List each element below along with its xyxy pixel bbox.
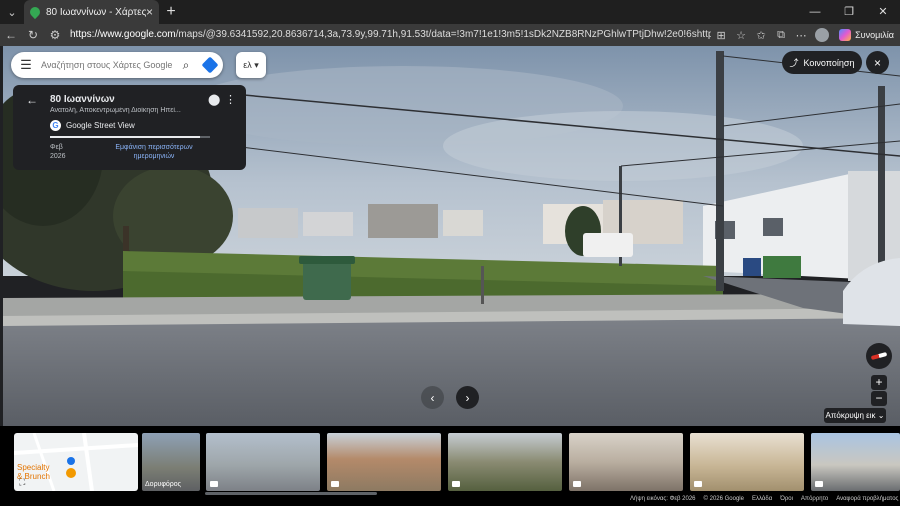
photo-thumbnail-2[interactable]: [327, 433, 441, 491]
tab-close-icon[interactable]: ×: [146, 5, 153, 19]
photo-filmstrip: Specialty & Brunch ⛶ Δορυφόρος Λήψη εικόν…: [0, 426, 900, 506]
photo-thumbnail-6[interactable]: [811, 433, 900, 491]
privacy-link[interactable]: Απόρρητο: [801, 496, 828, 502]
photo-thumbnail-4[interactable]: [569, 433, 683, 491]
photo-thumbnail-1[interactable]: [206, 433, 320, 491]
360-photo-icon: [452, 481, 460, 487]
apps-icon[interactable]: ⊞: [711, 29, 731, 42]
minimap-roads: [14, 433, 138, 491]
language-button[interactable]: ελ ▾: [236, 52, 266, 78]
favorite-star-icon[interactable]: ☆: [731, 29, 751, 42]
copyright: © 2026 Google: [703, 496, 744, 502]
url-path: /maps/@39.6341592,20.8636714,3a,73.9y,99…: [175, 29, 712, 40]
window-close-icon[interactable]: ✕: [866, 0, 900, 24]
place-title: 80 Ιωαννίνων: [50, 94, 115, 105]
camera-icon: [573, 481, 581, 487]
terms-link[interactable]: Όροι: [780, 496, 793, 502]
camera-icon: [815, 481, 823, 487]
address-bar: ← ↻ ⚙ https://www.google.com/maps/@39.63…: [0, 24, 900, 46]
share-icon: ⤴: [789, 58, 799, 68]
more-dates-line2: ημερομηνιών: [133, 153, 175, 160]
next-arrow-icon[interactable]: ›: [456, 386, 479, 409]
hide-images-label: Απόκρυψη εικ: [825, 411, 876, 420]
date-month: Φεβ: [50, 144, 63, 151]
zoom-out-button[interactable]: −: [871, 391, 887, 406]
window-controls: — ❐ ✕: [798, 0, 900, 24]
country-link[interactable]: Ελλάδα: [752, 496, 772, 502]
more-dates-link[interactable]: Εμφάνιση περισσότερων ημερομηνιών: [99, 143, 209, 161]
more-dates-line1: Εμφάνιση περισσότερων: [115, 144, 193, 151]
fullscreen-icon[interactable]: ⛶: [19, 477, 25, 488]
minimize-icon[interactable]: —: [798, 0, 832, 24]
profile-avatar[interactable]: [815, 28, 830, 42]
photo-thumbnail-3[interactable]: [448, 433, 562, 491]
more-icon[interactable]: ⋯: [791, 29, 811, 42]
photo-thumbnail-5[interactable]: [690, 433, 804, 491]
maps-favicon-icon: [27, 4, 43, 20]
360-photo-icon: [210, 481, 218, 487]
tab-title: 80 Ιωαννίνων - Χάρτες Google: [46, 6, 146, 18]
360-photo-icon: [331, 481, 339, 487]
browser-tabbar: ⌄ 80 Ιωαννίνων - Χάρτες Google × + — ❐ ✕: [0, 0, 900, 24]
tab-list-icon[interactable]: ⌄: [0, 0, 24, 24]
copilot-label: Συνομιλία: [855, 30, 894, 40]
satellite-label: Δορυφόρος: [145, 481, 182, 488]
hide-images-button[interactable]: Απόκρυψη εικ ⌄: [824, 408, 886, 423]
map-footer: Λήψη εικόνας: Φεβ 2026 © 2026 Google Ελλ…: [630, 496, 900, 502]
share-label: Κοινοποίηση: [803, 57, 855, 68]
menu-icon[interactable]: ☰: [11, 57, 41, 73]
google-logo-icon: G: [50, 120, 61, 131]
satellite-thumbnail[interactable]: Δορυφόρος: [142, 433, 200, 491]
collections-icon[interactable]: ⧉: [771, 29, 791, 42]
google-street-view-source: G Google Street View: [50, 120, 135, 131]
image-capture-date: Λήψη εικόνας: Φεβ 2026: [630, 496, 696, 502]
restore-icon[interactable]: ❐: [832, 0, 866, 24]
timeline-bar[interactable]: [50, 136, 210, 138]
source-label: Google Street View: [66, 121, 135, 130]
site-info-icon[interactable]: ⚙: [44, 28, 66, 42]
search-input[interactable]: [41, 60, 175, 70]
url-domain: https://www.google.com: [70, 29, 176, 40]
back-arrow-icon[interactable]: ←: [26, 93, 38, 107]
close-street-view-button[interactable]: ×: [866, 51, 889, 74]
date-year: 2026: [50, 153, 66, 160]
language-label: ελ: [243, 60, 252, 70]
copilot-icon: [839, 29, 852, 41]
copilot-button[interactable]: Συνομιλία: [833, 29, 900, 41]
favorites-icon[interactable]: ✩: [751, 29, 771, 42]
url-field[interactable]: https://www.google.com/maps/@39.6341592,…: [66, 24, 711, 46]
directions-icon[interactable]: [197, 56, 223, 74]
location-pin-icon[interactable]: ⬤: [208, 93, 220, 106]
back-icon[interactable]: ←: [0, 28, 22, 42]
place-subtitle: Ανατολή, Αποκεντρωμένη Διοίκηση Ηπεί...: [50, 107, 181, 114]
minimap[interactable]: Specialty & Brunch ⛶: [14, 433, 138, 491]
browser-tab-maps[interactable]: 80 Ιωαννίνων - Χάρτες Google ×: [24, 0, 159, 24]
search-icon[interactable]: ⌕: [175, 58, 197, 73]
camera-icon: [694, 481, 702, 487]
previous-arrow-icon[interactable]: ‹: [421, 386, 444, 409]
search-box: ☰ ⌕: [11, 52, 223, 78]
compass-icon[interactable]: [866, 343, 892, 369]
more-options-icon[interactable]: ⋮: [225, 93, 236, 106]
capture-date: Φεβ 2026: [50, 143, 80, 161]
report-problem-link[interactable]: Αναφορά προβλήματος: [836, 496, 898, 502]
reload-icon[interactable]: ↻: [22, 28, 44, 42]
street-view-info-card: ← 80 Ιωαννίνων ⬤ ⋮ Ανατολή, Αποκεντρωμέν…: [13, 85, 246, 170]
share-button[interactable]: ⤴ Κοινοποίηση: [782, 51, 862, 74]
minimap-label-line1: Specialty: [17, 463, 50, 472]
filmstrip-scrollbar[interactable]: [205, 492, 377, 495]
zoom-in-button[interactable]: +: [871, 375, 887, 390]
new-tab-button[interactable]: +: [159, 3, 183, 21]
